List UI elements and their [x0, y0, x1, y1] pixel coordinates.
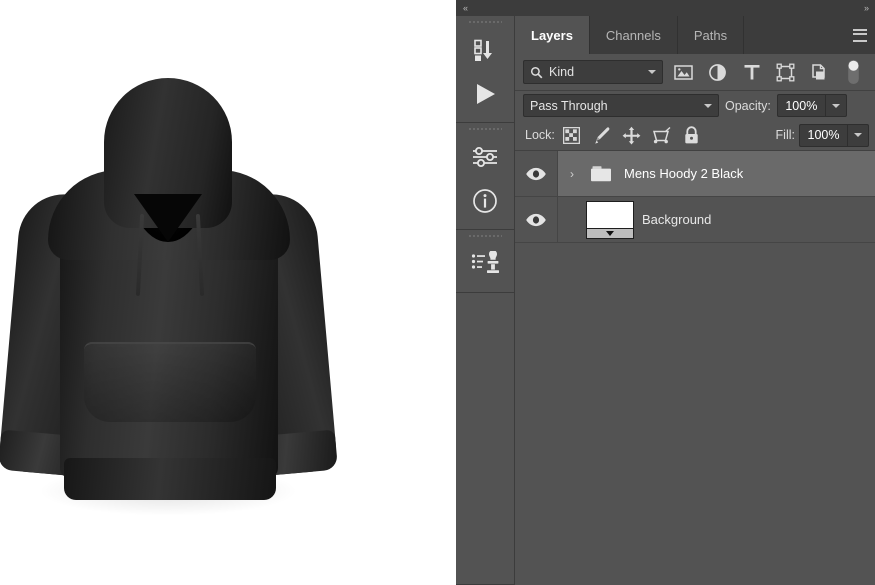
- layer-row-content[interactable]: Background: [558, 197, 875, 242]
- chevron-down-icon[interactable]: [704, 103, 712, 108]
- fill-label: Fill:: [775, 128, 795, 142]
- layer-visibility-toggle[interactable]: [515, 151, 558, 196]
- chevron-double-right-icon[interactable]: »: [864, 3, 869, 13]
- table-row[interactable]: › Mens Hoody 2 Black: [515, 151, 875, 197]
- panel-menu-icon[interactable]: [845, 16, 875, 54]
- layer-name: Mens Hoody 2 Black: [624, 166, 744, 181]
- layer-visibility-toggle[interactable]: [515, 197, 558, 242]
- layer-thumbnail[interactable]: [586, 200, 634, 239]
- rail-group-adjustments-info: [456, 123, 514, 230]
- history-icon[interactable]: [456, 28, 514, 72]
- eye-icon: [526, 213, 546, 226]
- lock-transparent-pixels-icon[interactable]: [559, 123, 585, 147]
- dock-body: Layers Channels Paths Kind Pass Through …: [456, 16, 875, 585]
- filter-adjustment-layers-icon[interactable]: [704, 59, 731, 85]
- filter-shape-layers-icon[interactable]: [772, 59, 799, 85]
- panel-bottom-edge: [515, 581, 875, 585]
- hoodie-waistband: [64, 458, 276, 500]
- search-icon: [530, 66, 543, 78]
- chevron-down-icon: [831, 103, 840, 108]
- rail-drag-handle[interactable]: [456, 230, 514, 242]
- clone-source-stamp-icon[interactable]: [456, 242, 514, 286]
- filter-smart-objects-icon[interactable]: [806, 59, 833, 85]
- tabstrip-empty-space: [744, 16, 845, 54]
- chevron-down-icon[interactable]: [648, 70, 656, 74]
- photoshop-window: « » Layers Channels Paths Kind Pass Thro…: [0, 0, 875, 585]
- adjustments-sliders-icon[interactable]: [456, 135, 514, 179]
- lock-image-pixels-icon[interactable]: [589, 123, 615, 147]
- rail-drag-handle[interactable]: [456, 123, 514, 135]
- filter-type-layers-icon[interactable]: [738, 59, 765, 85]
- dock-titlebar[interactable]: « »: [456, 0, 875, 16]
- rail-empty-space: [456, 293, 514, 585]
- blend-mode-row: Pass Through Opacity: 100%: [515, 91, 875, 120]
- panel-tabstrip: Layers Channels Paths: [515, 16, 875, 54]
- layers-panel: Layers Channels Paths Kind Pass Through …: [515, 16, 875, 585]
- opacity-field[interactable]: 100%: [776, 94, 847, 117]
- layer-row-content[interactable]: › Mens Hoody 2 Black: [558, 151, 875, 196]
- filter-enable-toggle[interactable]: [840, 59, 867, 85]
- tab-layers-label: Layers: [531, 27, 573, 43]
- hoodie-kangaroo-pocket: [84, 342, 256, 422]
- layer-filter-row: Kind: [515, 54, 875, 91]
- rail-group-history-actions: [456, 16, 514, 123]
- tab-layers[interactable]: Layers: [515, 16, 590, 54]
- document-canvas[interactable]: [0, 0, 456, 585]
- panel-dock: « » Layers Channels Paths Kind Pass Thro…: [456, 0, 875, 585]
- lock-label: Lock:: [525, 128, 555, 142]
- layer-name: Background: [642, 212, 712, 227]
- collapsed-panel-rail: [456, 16, 515, 585]
- filter-kind-dropdown[interactable]: Kind: [523, 60, 663, 84]
- info-icon[interactable]: [456, 179, 514, 223]
- lock-position-icon[interactable]: [619, 123, 645, 147]
- fill-field[interactable]: 100%: [799, 123, 869, 147]
- eye-icon: [526, 167, 546, 180]
- opacity-stepper[interactable]: [824, 95, 846, 116]
- tab-paths[interactable]: Paths: [678, 16, 745, 54]
- tab-channels[interactable]: Channels: [590, 16, 678, 54]
- lock-all-icon[interactable]: [679, 123, 705, 147]
- filter-kind-label: Kind: [549, 65, 575, 79]
- table-row[interactable]: Background: [515, 197, 875, 243]
- hoodie-artwork: [0, 66, 339, 516]
- opacity-value[interactable]: 100%: [778, 95, 825, 116]
- actions-play-icon[interactable]: [456, 72, 514, 116]
- fill-stepper[interactable]: [847, 124, 868, 146]
- layer-list: › Mens Hoody 2 Black Background: [515, 151, 875, 581]
- opacity-label: Opacity:: [725, 98, 771, 113]
- rail-group-clone-source: [456, 230, 514, 293]
- lock-artboard-nesting-icon[interactable]: [649, 123, 675, 147]
- fill-value[interactable]: 100%: [800, 125, 847, 146]
- group-disclosure-triangle[interactable]: ›: [566, 167, 578, 181]
- tab-channels-label: Channels: [605, 27, 661, 43]
- folder-icon: [586, 163, 616, 185]
- blend-mode-dropdown[interactable]: Pass Through: [523, 94, 719, 117]
- thumbnail-scale-strip: [587, 227, 633, 238]
- blend-mode-value: Pass Through: [530, 98, 608, 113]
- chevron-double-left-icon[interactable]: «: [463, 3, 468, 13]
- tab-paths-label: Paths: [693, 27, 728, 43]
- lock-row: Lock: Fill: 100%: [515, 120, 875, 151]
- filter-pixel-layers-icon[interactable]: [670, 59, 697, 85]
- chevron-down-icon: [854, 133, 862, 137]
- rail-drag-handle[interactable]: [456, 16, 514, 28]
